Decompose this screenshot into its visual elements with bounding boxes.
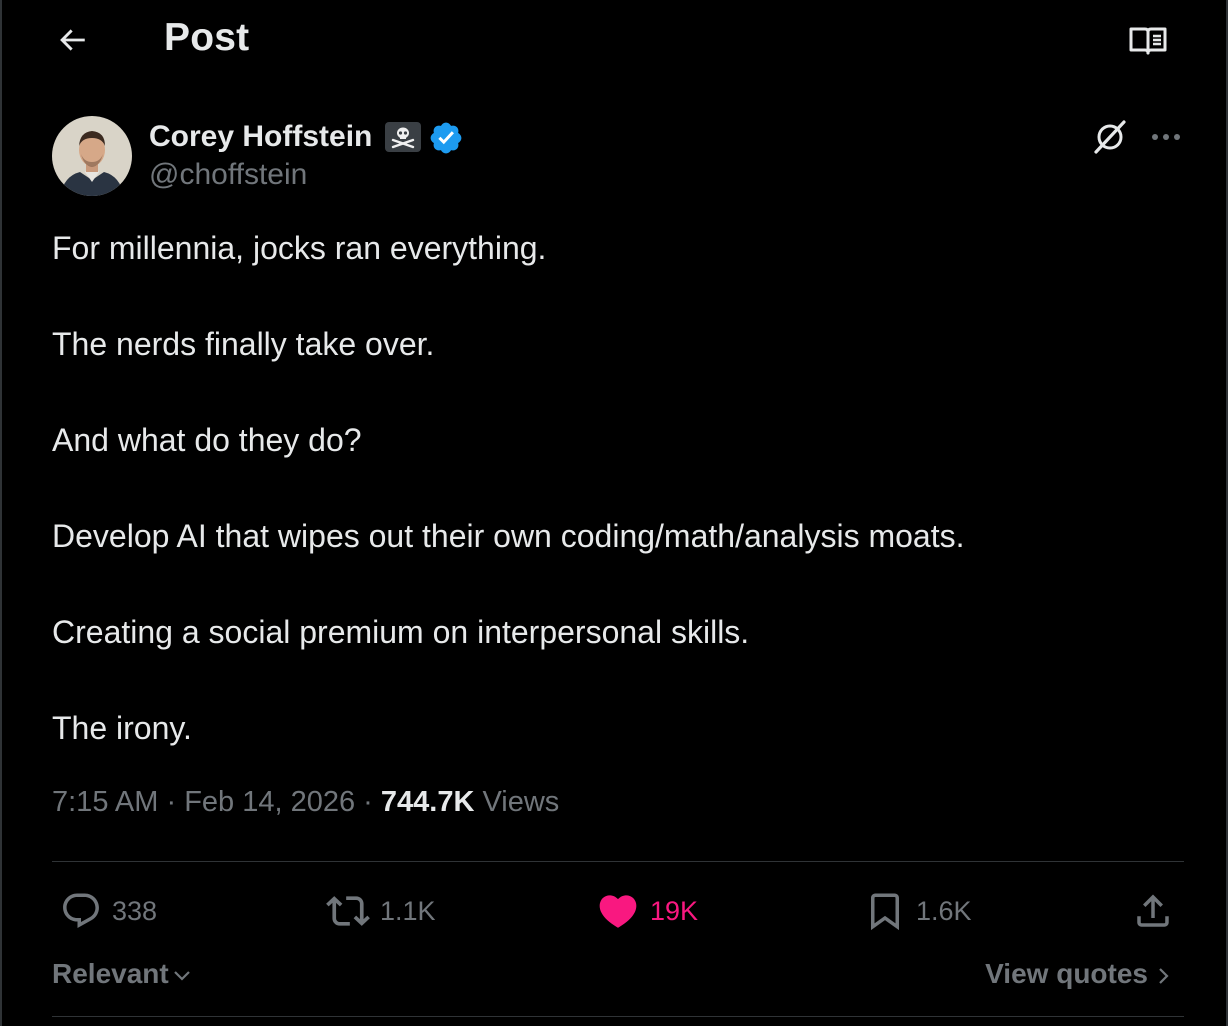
sort-label: Relevant [52, 958, 169, 989]
more-options-button[interactable] [1144, 115, 1188, 159]
profile-photo [52, 116, 132, 196]
heart-filled-icon [599, 895, 637, 928]
view-quotes-link[interactable]: View quotes [985, 954, 1174, 994]
repost-button[interactable]: 1.1K [326, 888, 436, 934]
views-label: Views [482, 786, 560, 818]
affiliation-badge[interactable] [385, 122, 421, 152]
divider [52, 1016, 1184, 1017]
arrow-left-icon [60, 29, 85, 51]
bookmark-icon [871, 893, 899, 931]
tweet-line: And what do they do? [52, 422, 362, 458]
author-handle[interactable]: @choffstein [149, 158, 307, 192]
share-button[interactable] [1130, 888, 1176, 934]
verified-check-icon [430, 122, 462, 154]
sort-replies-select[interactable]: Relevant [52, 954, 193, 994]
reply-button[interactable]: 338 [60, 888, 157, 934]
like-count: 19K [650, 895, 699, 926]
tweet-time[interactable]: 7:15 AM [52, 786, 158, 818]
share-upload-icon [1137, 894, 1169, 927]
tweet-line: The irony. [52, 710, 192, 746]
reply-bubble-icon [63, 893, 99, 928]
reply-count: 338 [112, 895, 158, 926]
tweet-date[interactable]: Feb 14, 2026 [184, 786, 355, 818]
grok-button[interactable] [1088, 115, 1132, 159]
repost-icon [326, 896, 370, 926]
tweet-line: The nerds finally take over. [52, 326, 435, 362]
meta-separator: · [158, 786, 185, 818]
bookmark-button[interactable]: 1.6K [864, 888, 972, 934]
repost-count: 1.1K [380, 895, 436, 926]
tweet-text: For millennia, jocks ran everything. The… [52, 224, 1182, 752]
chevron-down-icon [173, 971, 190, 981]
more-horizontal-icon [1152, 134, 1180, 140]
chevron-right-icon [1159, 968, 1169, 984]
tweet-meta: 7:15 AM · Feb 14, 2026 · 744.7K Views [52, 786, 559, 819]
page-title: Post [164, 16, 250, 59]
tweet-line: Creating a social premium on interperson… [52, 614, 750, 650]
avatar[interactable] [52, 116, 132, 196]
author-name[interactable]: Corey Hoffstein [149, 118, 372, 156]
post-detail-view: Post Corey Hoffstein @choffstein For mil… [0, 0, 1228, 1026]
divider [52, 861, 1184, 862]
view-quotes-label: View quotes [985, 958, 1148, 989]
meta-separator: · [355, 786, 381, 818]
bookmark-count: 1.6K [916, 895, 972, 926]
back-button[interactable] [50, 18, 94, 62]
reader-book-icon [1129, 27, 1167, 55]
reader-mode-button[interactable] [1124, 20, 1172, 62]
grok-icon [1094, 120, 1126, 154]
like-button[interactable]: 19K [596, 888, 698, 934]
tweet-line: For millennia, jocks ran everything. [52, 230, 547, 266]
views-count[interactable]: 744.7K [381, 786, 475, 818]
verified-badge[interactable] [428, 120, 464, 156]
tweet-line: Develop AI that wipes out their own codi… [52, 518, 965, 554]
skull-crossbones-icon [391, 127, 415, 149]
